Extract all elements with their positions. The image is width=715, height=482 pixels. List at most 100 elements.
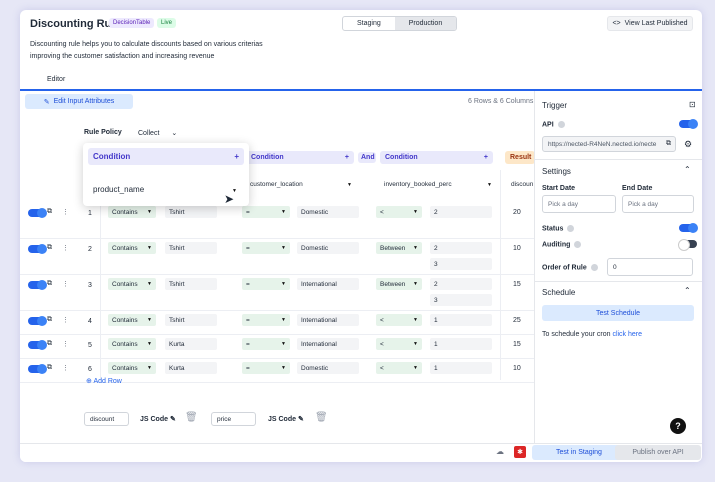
more-icon[interactable]: ⋮ bbox=[62, 280, 69, 288]
value-input[interactable]: 1 bbox=[430, 338, 492, 350]
copy-icon[interactable]: ⧉ bbox=[47, 280, 52, 288]
more-icon[interactable]: ⋮ bbox=[62, 364, 69, 372]
test-schedule-button[interactable]: Test Schedule bbox=[542, 305, 694, 321]
copy-icon[interactable]: ⧉ bbox=[666, 140, 671, 148]
result-var-discount[interactable]: discount bbox=[84, 412, 129, 426]
value-input[interactable]: Tshirt bbox=[165, 314, 217, 326]
add-icon[interactable]: + bbox=[234, 152, 239, 161]
cloud-icon: ☁ bbox=[496, 447, 504, 456]
add-row-button[interactable]: ⊕ Add Row bbox=[86, 377, 122, 385]
caret-down-icon: ▼ bbox=[147, 341, 152, 347]
schedule-title: Schedule bbox=[542, 288, 576, 297]
operator-select[interactable]: < ▼ bbox=[376, 314, 422, 326]
chevron-up-icon[interactable]: ⌃ bbox=[684, 165, 691, 174]
publish-over-api-button[interactable]: Publish over API bbox=[615, 445, 701, 460]
operator-select[interactable]: Contains ▼ bbox=[108, 338, 156, 350]
operator-select[interactable]: Contains ▼ bbox=[108, 242, 156, 254]
operator-select[interactable]: = ▼ bbox=[242, 206, 290, 218]
copy-icon[interactable]: ⧉ bbox=[47, 316, 52, 324]
value-input[interactable]: Domestic bbox=[297, 362, 359, 374]
operator-select[interactable]: = ▼ bbox=[242, 362, 290, 374]
value-input[interactable]: International bbox=[297, 278, 359, 290]
error-icon[interactable]: ✱ bbox=[514, 446, 526, 458]
api-url-field[interactable]: https://nected-R4NeN.nected.io/necte bbox=[542, 136, 676, 152]
value-input[interactable]: Kurta bbox=[165, 338, 217, 350]
value-input[interactable]: 2 bbox=[430, 242, 492, 254]
js-code-link-1[interactable]: JS Code ✎ bbox=[140, 415, 176, 423]
result-value[interactable]: 15 bbox=[513, 281, 521, 288]
row-toggle[interactable] bbox=[28, 340, 47, 350]
operator-select[interactable]: = ▼ bbox=[242, 338, 290, 350]
operator-select[interactable]: Contains ▼ bbox=[108, 314, 156, 326]
value-input[interactable]: 2 bbox=[430, 206, 492, 218]
trash-icon[interactable]: 🗑 bbox=[315, 412, 328, 423]
trash-icon[interactable]: 🗑 bbox=[185, 412, 198, 423]
gear-icon[interactable]: ⚙ bbox=[684, 139, 692, 150]
row-toggle[interactable] bbox=[28, 208, 47, 218]
operator-select[interactable]: Contains ▼ bbox=[108, 206, 156, 218]
copy-icon[interactable]: ⧉ bbox=[47, 244, 52, 252]
result-value[interactable]: 25 bbox=[513, 317, 521, 324]
caret-down-icon: ▼ bbox=[281, 365, 286, 371]
row-toggle[interactable] bbox=[28, 364, 47, 374]
value-input[interactable]: 1 bbox=[430, 314, 492, 326]
order-input[interactable]: 0 bbox=[607, 258, 693, 276]
chevron-up-icon[interactable]: ⌃ bbox=[684, 286, 691, 295]
js-code-link-2[interactable]: JS Code ✎ bbox=[268, 415, 304, 423]
row-toggle[interactable] bbox=[28, 280, 47, 290]
result-value[interactable]: 15 bbox=[513, 341, 521, 348]
result-value[interactable]: 10 bbox=[513, 245, 521, 252]
result-value[interactable]: 10 bbox=[513, 365, 521, 372]
copy-icon[interactable]: ⧉ bbox=[47, 340, 52, 348]
value-input[interactable]: International bbox=[297, 314, 359, 326]
result-value[interactable]: 20 bbox=[513, 209, 521, 216]
help-icon[interactable]: ? bbox=[670, 418, 686, 434]
more-icon[interactable]: ⋮ bbox=[62, 208, 69, 216]
view-last-published-button[interactable]: <> View Last Published bbox=[607, 16, 693, 31]
value-input[interactable]: Domestic bbox=[297, 206, 359, 218]
operator-select[interactable]: = ▼ bbox=[242, 242, 290, 254]
row-divider bbox=[20, 238, 534, 239]
attribute-product-name[interactable]: product_name bbox=[93, 185, 144, 194]
operator-select[interactable]: < ▼ bbox=[376, 338, 422, 350]
operator-select[interactable]: < ▼ bbox=[376, 362, 422, 374]
operator-select[interactable]: = ▼ bbox=[242, 314, 290, 326]
value-input[interactable]: International bbox=[297, 338, 359, 350]
value-input[interactable]: Kurta bbox=[165, 362, 217, 374]
test-in-staging-button[interactable]: Test in Staging bbox=[532, 445, 626, 460]
divider bbox=[534, 281, 702, 282]
more-icon[interactable]: ⋮ bbox=[62, 340, 69, 348]
row-toggle[interactable] bbox=[28, 244, 47, 254]
value-input[interactable]: Domestic bbox=[297, 242, 359, 254]
collapse-icon[interactable]: ⊡ bbox=[689, 100, 696, 109]
api-toggle[interactable] bbox=[679, 119, 698, 129]
value-input[interactable]: Tshirt bbox=[165, 242, 217, 254]
start-date-input[interactable]: Pick a day bbox=[542, 195, 616, 213]
copy-icon[interactable]: ⧉ bbox=[47, 364, 52, 372]
result-var-price[interactable]: price bbox=[211, 412, 256, 426]
cron-click-here-link[interactable]: click here bbox=[612, 331, 642, 338]
value-input[interactable]: 1 bbox=[430, 362, 492, 374]
value-input[interactable]: 3 bbox=[430, 258, 492, 270]
value-input[interactable]: 2 bbox=[430, 278, 492, 290]
value-input[interactable]: Tshirt bbox=[165, 206, 217, 218]
operator-select[interactable]: Contains ▼ bbox=[108, 278, 156, 290]
more-icon[interactable]: ⋮ bbox=[62, 244, 69, 252]
row-toggle[interactable] bbox=[28, 316, 47, 326]
operator-select[interactable]: Between ▼ bbox=[376, 278, 422, 290]
end-date-label: End Date bbox=[622, 185, 653, 192]
auditing-toggle[interactable] bbox=[678, 239, 697, 251]
row-divider bbox=[20, 358, 534, 359]
value-input[interactable]: 3 bbox=[430, 294, 492, 306]
info-icon bbox=[590, 264, 598, 271]
more-icon[interactable]: ⋮ bbox=[62, 316, 69, 324]
value-input[interactable]: Tshirt bbox=[165, 278, 217, 290]
status-toggle[interactable] bbox=[679, 223, 698, 233]
end-date-input[interactable]: Pick a day bbox=[622, 195, 694, 213]
operator-select[interactable]: = ▼ bbox=[242, 278, 290, 290]
cron-text: To schedule your cron click here bbox=[542, 331, 643, 338]
operator-select[interactable]: Between ▼ bbox=[376, 242, 422, 254]
operator-select[interactable]: < ▼ bbox=[376, 206, 422, 218]
operator-select[interactable]: Contains ▼ bbox=[108, 362, 156, 374]
copy-icon[interactable]: ⧉ bbox=[47, 208, 52, 216]
